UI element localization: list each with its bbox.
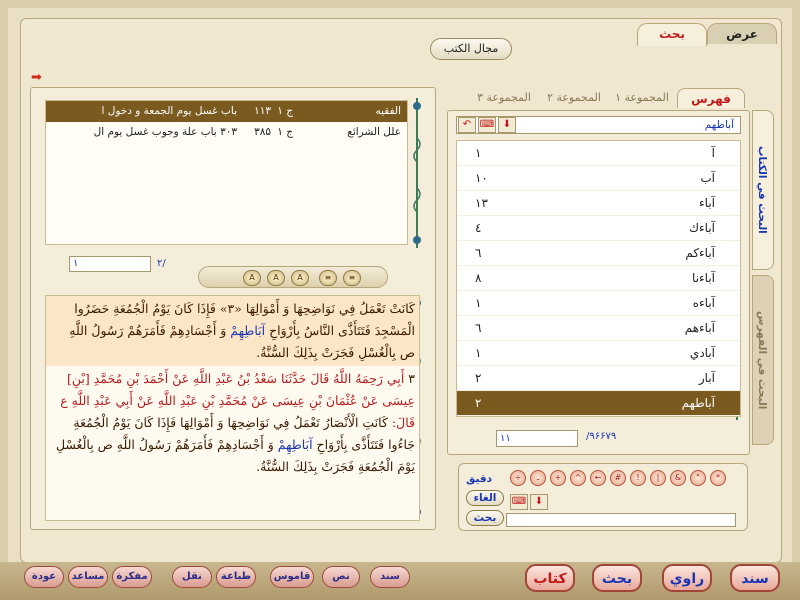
- results-pager: ۱ /۲: [45, 256, 178, 272]
- back-button[interactable]: عودة: [24, 566, 64, 588]
- highlighted-word: آبَاطِهِمْ: [277, 437, 313, 452]
- cancel-button[interactable]: الغاء: [466, 490, 504, 506]
- list-item[interactable]: آبادي ۱: [457, 341, 740, 366]
- vtab-search-in-book[interactable]: البحث في الكتاب: [752, 110, 774, 270]
- operator-button[interactable]: ^: [570, 470, 586, 486]
- keyboard-icon[interactable]: ⌨: [478, 117, 496, 133]
- font-icon[interactable]: A: [243, 270, 261, 286]
- text-button[interactable]: نص: [322, 566, 360, 588]
- list-item[interactable]: آباء ۱۳: [457, 191, 740, 216]
- result-volume: ج ۱: [277, 126, 293, 138]
- result-row[interactable]: علل الشرائع ج ۱ ۳۸۵ ۳۰۳ باب علة وجوب غسل…: [46, 122, 407, 143]
- tab-view[interactable]: عرض: [707, 23, 777, 44]
- search-main-button[interactable]: بحث: [592, 564, 642, 592]
- operator-button[interactable]: ـ: [530, 470, 546, 486]
- index-word-list: آ۱ آب ۱۰ آباء ۱۳ آباءك ٤ آباءكم ٦ آباءنا ۸ آب…: [456, 140, 741, 417]
- result-page: ۱۱۳: [254, 105, 271, 117]
- query-input[interactable]: [506, 513, 736, 527]
- result-page: ۳۸۵: [254, 126, 271, 138]
- operator-button[interactable]: #: [610, 470, 626, 486]
- index-pager: ۱۱ /۹۶۶۷۹: [456, 430, 741, 448]
- list-item[interactable]: آباءهم ٦: [457, 316, 740, 341]
- results-page-total: /۲: [157, 258, 166, 269]
- dictionary-button[interactable]: قاموس: [270, 566, 314, 588]
- tab-group-1[interactable]: المجموعة ۱: [608, 88, 676, 108]
- hadith-paragraph: ۳ أَبِي رَحِمَهُ اللَّهُ قَالَ حَدَّثَنَ…: [55, 371, 415, 474]
- list-item[interactable]: آبار ۲: [457, 366, 740, 391]
- search-results-list: الفقيه ج ۱ ۱۱۳ باب غسل يوم الجمعة و دخول…: [45, 100, 408, 245]
- undo-icon[interactable]: ↶: [458, 117, 476, 133]
- results-page-input[interactable]: ۱: [69, 256, 151, 272]
- result-volume: ج ۱: [277, 105, 293, 117]
- arrow-right-icon[interactable]: ➡: [31, 71, 47, 84]
- keyboard-icon[interactable]: ⌨: [510, 494, 528, 510]
- operator-button[interactable]: ": [690, 470, 706, 486]
- result-title: ۳۰۳ باب علة وجوب غسل يوم ال: [93, 126, 237, 138]
- list-item[interactable]: آباءنا ۸: [457, 266, 740, 291]
- align-icon[interactable]: ≡: [343, 270, 361, 286]
- font-icon[interactable]: A: [291, 270, 309, 286]
- hadith-paragraph: كَانَتْ تَعْمَلُ فِي نَوَاضِحِهَا وَ أَم…: [46, 296, 419, 366]
- operator-button[interactable]: *: [710, 470, 726, 486]
- highlighted-word: آبَاطِهِمْ: [230, 323, 266, 338]
- arrow-down-icon[interactable]: ⬇: [530, 494, 548, 510]
- operator-button[interactable]: !: [630, 470, 646, 486]
- align-icon[interactable]: ≡: [319, 270, 337, 286]
- tab-group-3[interactable]: المجموعة ۳: [470, 88, 538, 108]
- result-book: الفقيه: [375, 105, 401, 117]
- list-item[interactable]: آباءكم ٦: [457, 241, 740, 266]
- print-button[interactable]: طباعة: [216, 566, 256, 588]
- vtab-search-in-index[interactable]: البحث في الفهرس: [752, 275, 774, 445]
- transfer-button[interactable]: نقل: [172, 566, 212, 588]
- operator-button[interactable]: ÷: [510, 470, 526, 486]
- sanad-main-button[interactable]: سند: [730, 564, 780, 592]
- tab-index[interactable]: فهرس: [677, 88, 745, 108]
- exact-match-option[interactable]: دقيق: [466, 473, 492, 485]
- hadith-text: كَانَتْ تَعْمَلُ فِي نَوَاضِحِهَا وَ أَم…: [45, 295, 420, 521]
- search-button[interactable]: بحث: [466, 510, 504, 526]
- narrator-button[interactable]: راوي: [662, 564, 712, 592]
- list-item[interactable]: آباطهم ۲: [457, 391, 740, 416]
- arrow-down-icon[interactable]: ⬇: [498, 117, 516, 133]
- tab-group-2[interactable]: المجموعة ۲: [540, 88, 608, 108]
- sanad-button[interactable]: سند: [370, 566, 410, 588]
- operator-button[interactable]: ←: [590, 470, 606, 486]
- operator-button[interactable]: &: [670, 470, 686, 486]
- result-row[interactable]: الفقيه ج ۱ ۱۱۳ باب غسل يوم الجمعة و دخول…: [46, 101, 407, 122]
- vine-ornament-icon: [410, 98, 424, 248]
- index-page-input[interactable]: ۱۱: [496, 430, 578, 447]
- text-toolbar: ≡ ≡ A A A: [198, 266, 388, 288]
- font-icon[interactable]: A: [267, 270, 285, 286]
- result-book: علل الشرائع: [347, 126, 401, 138]
- helper-button[interactable]: مساعد: [68, 566, 108, 588]
- list-item[interactable]: آب ۱۰: [457, 166, 740, 191]
- book-button[interactable]: كتاب: [525, 564, 575, 592]
- notes-button[interactable]: مفكرة: [112, 566, 152, 588]
- list-item[interactable]: آباءك ٤: [457, 216, 740, 241]
- operator-button[interactable]: +: [550, 470, 566, 486]
- result-title: باب غسل يوم الجمعة و دخول ا: [101, 105, 237, 117]
- books-domain-button[interactable]: مجال الكتب: [430, 38, 512, 60]
- index-page-total: /۹۶۶۷۹: [586, 431, 617, 442]
- tab-search[interactable]: بحث: [637, 23, 707, 46]
- operator-button[interactable]: |: [650, 470, 666, 486]
- list-item[interactable]: آ۱: [457, 141, 740, 166]
- list-item[interactable]: آباءه ۱: [457, 291, 740, 316]
